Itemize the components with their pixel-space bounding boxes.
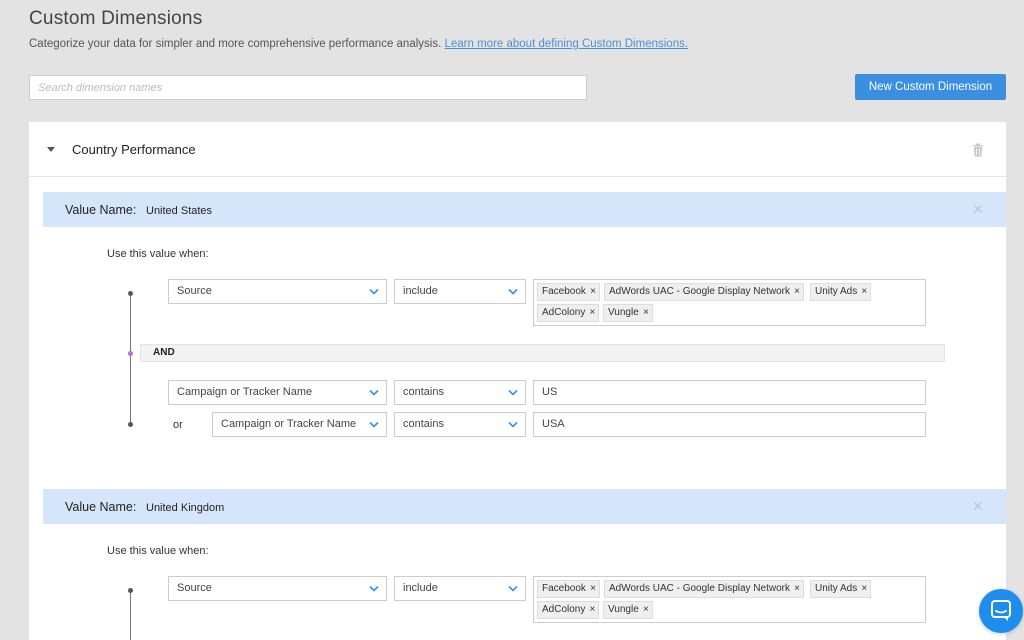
- tag-label: Vungle: [608, 604, 639, 615]
- remove-tag-icon[interactable]: ×: [643, 305, 649, 321]
- search-input[interactable]: [29, 75, 587, 100]
- and-separator: AND: [140, 344, 945, 362]
- value-block-united-kingdom: Value Name: United Kingdom ✕ Use this va…: [43, 489, 1006, 640]
- tag-label: AdWords UAC - Google Display Network: [609, 583, 790, 594]
- chevron-down-icon: [369, 585, 379, 592]
- value-name-label: Value Name:: [65, 500, 137, 514]
- connector-dot: [128, 422, 133, 427]
- tag-label: Facebook: [542, 286, 586, 297]
- operator-select-value: include: [403, 285, 438, 297]
- operator-select-value: contains: [403, 418, 444, 430]
- remove-tag-icon[interactable]: ×: [794, 581, 800, 597]
- learn-more-link[interactable]: Learn more about defining Custom Dimensi…: [444, 38, 688, 50]
- dimension-name: Country Performance: [72, 142, 196, 157]
- dimension-header: Country Performance: [29, 122, 1006, 177]
- operator-select-value: include: [403, 582, 438, 594]
- operator-select[interactable]: contains: [394, 380, 526, 405]
- value-name-label: Value Name:: [65, 203, 137, 217]
- chevron-down-icon: [369, 288, 379, 295]
- tag-label: AdColony: [542, 604, 586, 615]
- close-icon[interactable]: ✕: [972, 498, 984, 515]
- chevron-down-icon: [508, 288, 518, 295]
- chevron-down-icon: [508, 585, 518, 592]
- field-select-value: Source: [177, 582, 212, 594]
- remove-tag-icon[interactable]: ×: [643, 602, 649, 618]
- tag-label: AdColony: [542, 307, 586, 318]
- remove-tag-icon[interactable]: ×: [590, 581, 596, 597]
- page-title: Custom Dimensions: [29, 8, 203, 29]
- field-select-value: Campaign or Tracker Name: [221, 418, 357, 430]
- chevron-down-icon: [508, 421, 518, 428]
- tag-label: AdWords UAC - Google Display Network: [609, 286, 790, 297]
- tag-facebook: Facebook ×: [537, 580, 600, 598]
- value-header: Value Name: United Kingdom ✕: [43, 489, 1006, 524]
- tag-adcolony: AdColony ×: [537, 601, 600, 619]
- caret-down-icon[interactable]: [47, 147, 55, 152]
- source-tags-input[interactable]: Facebook × AdWords UAC - Google Display N…: [533, 279, 926, 326]
- connector-dot: [128, 588, 133, 593]
- field-select[interactable]: Campaign or Tracker Name: [212, 412, 387, 437]
- tag-adcolony: AdColony ×: [537, 304, 600, 322]
- trash-icon[interactable]: [972, 143, 984, 157]
- condition-connector-line: [130, 295, 131, 426]
- condition-connector-line: [130, 592, 131, 640]
- condition-value-input[interactable]: USA: [533, 412, 926, 437]
- condition-value-input[interactable]: US: [533, 380, 926, 405]
- tag-facebook: Facebook ×: [537, 283, 600, 301]
- tag-vungle: Vungle ×: [603, 304, 653, 322]
- page-subtitle: Categorize your data for simpler and mor…: [29, 38, 688, 50]
- use-when-label: Use this value when:: [107, 545, 209, 557]
- chat-icon: [991, 600, 1011, 621]
- field-select-value: Source: [177, 285, 212, 297]
- connector-dot: [128, 291, 133, 296]
- use-when-label: Use this value when:: [107, 248, 209, 260]
- remove-tag-icon[interactable]: ×: [861, 284, 867, 300]
- remove-tag-icon[interactable]: ×: [590, 284, 596, 300]
- close-icon[interactable]: ✕: [972, 201, 984, 218]
- field-select[interactable]: Source: [168, 576, 387, 601]
- tag-adwords-uac: AdWords UAC - Google Display Network ×: [604, 283, 804, 301]
- remove-tag-icon[interactable]: ×: [590, 305, 596, 321]
- chevron-down-icon: [369, 389, 379, 396]
- tag-label: Facebook: [542, 583, 586, 594]
- chevron-down-icon: [369, 421, 379, 428]
- subtitle-text: Categorize your data for simpler and mor…: [29, 38, 442, 50]
- operator-select[interactable]: contains: [394, 412, 526, 437]
- tag-vungle: Vungle ×: [603, 601, 653, 619]
- chevron-down-icon: [508, 389, 518, 396]
- value-block-united-states: Value Name: United States ✕ Use this val…: [43, 192, 1006, 472]
- operator-select[interactable]: include: [394, 576, 526, 601]
- tag-label: Unity Ads: [815, 583, 858, 594]
- value-name: United Kingdom: [146, 502, 225, 514]
- tag-adwords-uac: AdWords UAC - Google Display Network ×: [604, 580, 804, 598]
- source-tags-input[interactable]: Facebook × AdWords UAC - Google Display N…: [533, 576, 926, 623]
- tag-unity-ads: Unity Ads ×: [810, 580, 872, 598]
- field-select[interactable]: Source: [168, 279, 387, 304]
- value-name: United States: [146, 205, 213, 217]
- or-label: or: [173, 419, 183, 431]
- remove-tag-icon[interactable]: ×: [590, 602, 596, 618]
- operator-select-value: contains: [403, 386, 444, 398]
- tag-label: Vungle: [608, 307, 639, 318]
- dimension-card: Country Performance Value Name: United S…: [29, 122, 1006, 640]
- remove-tag-icon[interactable]: ×: [794, 284, 800, 300]
- tag-unity-ads: Unity Ads ×: [810, 283, 872, 301]
- and-connector-dot: [128, 351, 133, 356]
- operator-select[interactable]: include: [394, 279, 526, 304]
- field-select-value: Campaign or Tracker Name: [177, 386, 313, 398]
- remove-tag-icon[interactable]: ×: [861, 581, 867, 597]
- value-header: Value Name: United States ✕: [43, 192, 1006, 227]
- chat-launcher-button[interactable]: [979, 589, 1023, 633]
- tag-label: Unity Ads: [815, 286, 858, 297]
- field-select[interactable]: Campaign or Tracker Name: [168, 380, 387, 405]
- new-custom-dimension-button[interactable]: New Custom Dimension: [855, 74, 1006, 100]
